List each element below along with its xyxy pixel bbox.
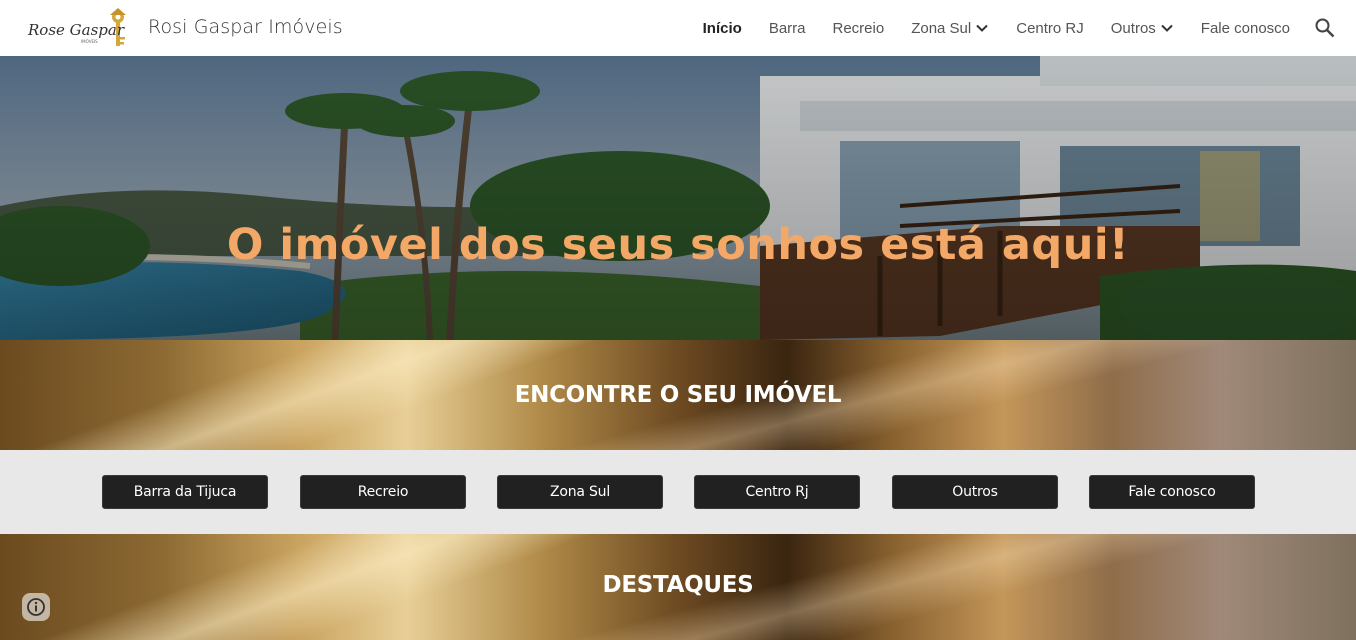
nav-label: Fale conosco: [1200, 19, 1290, 37]
recreio-button[interactable]: Recreio: [300, 475, 466, 509]
key-logo-icon: Rose Gaspar IMÓVEIS: [27, 8, 126, 46]
nav-item-zona-sul[interactable]: Zona Sul: [911, 20, 989, 37]
category-buttons-row: Barra da Tijuca Recreio Zona Sul Centro …: [0, 450, 1356, 534]
hero-background-image: [0, 56, 1356, 340]
find-section-banner: ENCONTRE O SEU IMÓVEL: [0, 340, 1356, 450]
nav-item-fale-conosco[interactable]: Fale conosco: [1201, 20, 1290, 37]
nav-item-outros[interactable]: Outros: [1111, 20, 1174, 37]
highlights-heading: DESTAQUES: [602, 572, 754, 598]
nav-label: Zona Sul: [911, 19, 972, 37]
main-nav: Início Barra Recreio Zona Sul Centro RJ …: [676, 0, 1336, 56]
nav-item-barra[interactable]: Barra: [769, 20, 806, 37]
chevron-down-icon[interactable]: [975, 21, 989, 35]
hero-banner: O imóvel dos seus sonhos está aqui!: [0, 56, 1356, 340]
nav-label: Recreio: [832, 19, 885, 37]
svg-text:IMÓVEIS: IMÓVEIS: [81, 39, 98, 44]
nav-item-centro-rj[interactable]: Centro RJ: [1016, 20, 1084, 37]
fale-conosco-button[interactable]: Fale conosco: [1089, 475, 1255, 509]
info-button[interactable]: [22, 593, 50, 621]
search-icon[interactable]: [1314, 17, 1336, 39]
info-icon: [27, 598, 45, 616]
hero-title: O imóvel dos seus sonhos está aqui!: [226, 220, 1130, 270]
centro-rj-button[interactable]: Centro Rj: [694, 475, 860, 509]
site-title[interactable]: Rosi Gaspar Imóveis: [148, 16, 343, 38]
nav-label: Centro RJ: [1016, 19, 1084, 37]
site-header: Rose Gaspar IMÓVEIS Rosi Gaspar Imóveis …: [0, 0, 1356, 56]
nav-label: Início: [702, 19, 742, 37]
nav-item-recreio[interactable]: Recreio: [833, 20, 885, 37]
nav-item-inicio[interactable]: Início: [703, 20, 742, 37]
highlights-section-banner: DESTAQUES: [0, 534, 1356, 640]
zona-sul-button[interactable]: Zona Sul: [497, 475, 663, 509]
chevron-down-icon[interactable]: [1160, 21, 1174, 35]
nav-label: Outros: [1110, 19, 1156, 37]
nav-label: Barra: [768, 19, 806, 37]
barra-da-tijuca-button[interactable]: Barra da Tijuca: [102, 475, 268, 509]
outros-button[interactable]: Outros: [892, 475, 1058, 509]
site-logo[interactable]: Rose Gaspar IMÓVEIS: [26, 7, 132, 49]
find-section-heading: ENCONTRE O SEU IMÓVEL: [514, 382, 842, 408]
svg-text:Rose Gaspar: Rose Gaspar: [27, 21, 125, 39]
